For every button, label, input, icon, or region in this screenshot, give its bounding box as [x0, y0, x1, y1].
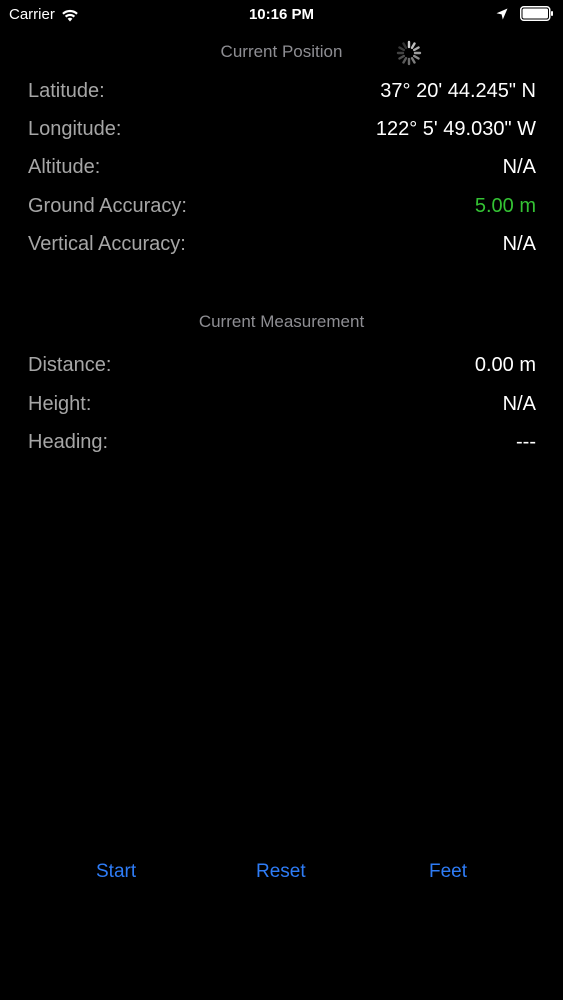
heading-row: Heading: --- — [28, 429, 536, 455]
status-right — [496, 6, 554, 21]
altitude-row: Altitude: N/A — [28, 154, 536, 180]
vertical-accuracy-value: N/A — [502, 232, 536, 255]
vertical-accuracy-label: Vertical Accuracy: — [28, 232, 186, 255]
start-button[interactable]: Start — [96, 858, 136, 886]
battery-icon — [520, 6, 553, 21]
ground-accuracy-value: 5.00 m — [474, 194, 536, 217]
ground-accuracy-row: Ground Accuracy: 5.00 m — [28, 193, 536, 219]
heading-label: Heading: — [28, 430, 109, 453]
ground-accuracy-label: Ground Accuracy: — [28, 194, 187, 217]
height-row: Height: N/A — [28, 391, 536, 417]
latitude-label: Latitude: — [28, 79, 105, 102]
status-bar: Carrier 10:16 PM — [0, 0, 563, 30]
longitude-value: 122° 5' 49.030" W — [375, 117, 536, 140]
heading-value: --- — [516, 430, 536, 453]
reset-button[interactable]: Reset — [256, 858, 306, 886]
height-label: Height: — [28, 392, 92, 415]
status-clock: 10:16 PM — [248, 6, 315, 23]
longitude-row: Longitude: 122° 5' 49.030" W — [28, 116, 536, 142]
altitude-label: Altitude: — [28, 155, 101, 178]
longitude-label: Longitude: — [28, 117, 122, 140]
height-value: N/A — [502, 392, 536, 415]
vertical-accuracy-row: Vertical Accuracy: N/A — [28, 231, 536, 257]
activity-spinner-icon — [396, 40, 422, 66]
distance-row: Distance: 0.00 m — [28, 352, 536, 378]
latitude-row: Latitude: 37° 20' 44.245" N — [28, 78, 536, 104]
distance-value: 0.00 m — [474, 353, 536, 376]
current-position-title: Current Position — [220, 42, 343, 61]
location-arrow-icon — [496, 8, 508, 19]
altitude-value: N/A — [502, 155, 536, 178]
distance-label: Distance: — [28, 353, 112, 376]
latitude-value: 37° 20' 44.245" N — [380, 79, 536, 102]
current-measurement-title: Current Measurement — [198, 312, 365, 331]
feet-units-button[interactable]: Feet — [429, 858, 467, 886]
